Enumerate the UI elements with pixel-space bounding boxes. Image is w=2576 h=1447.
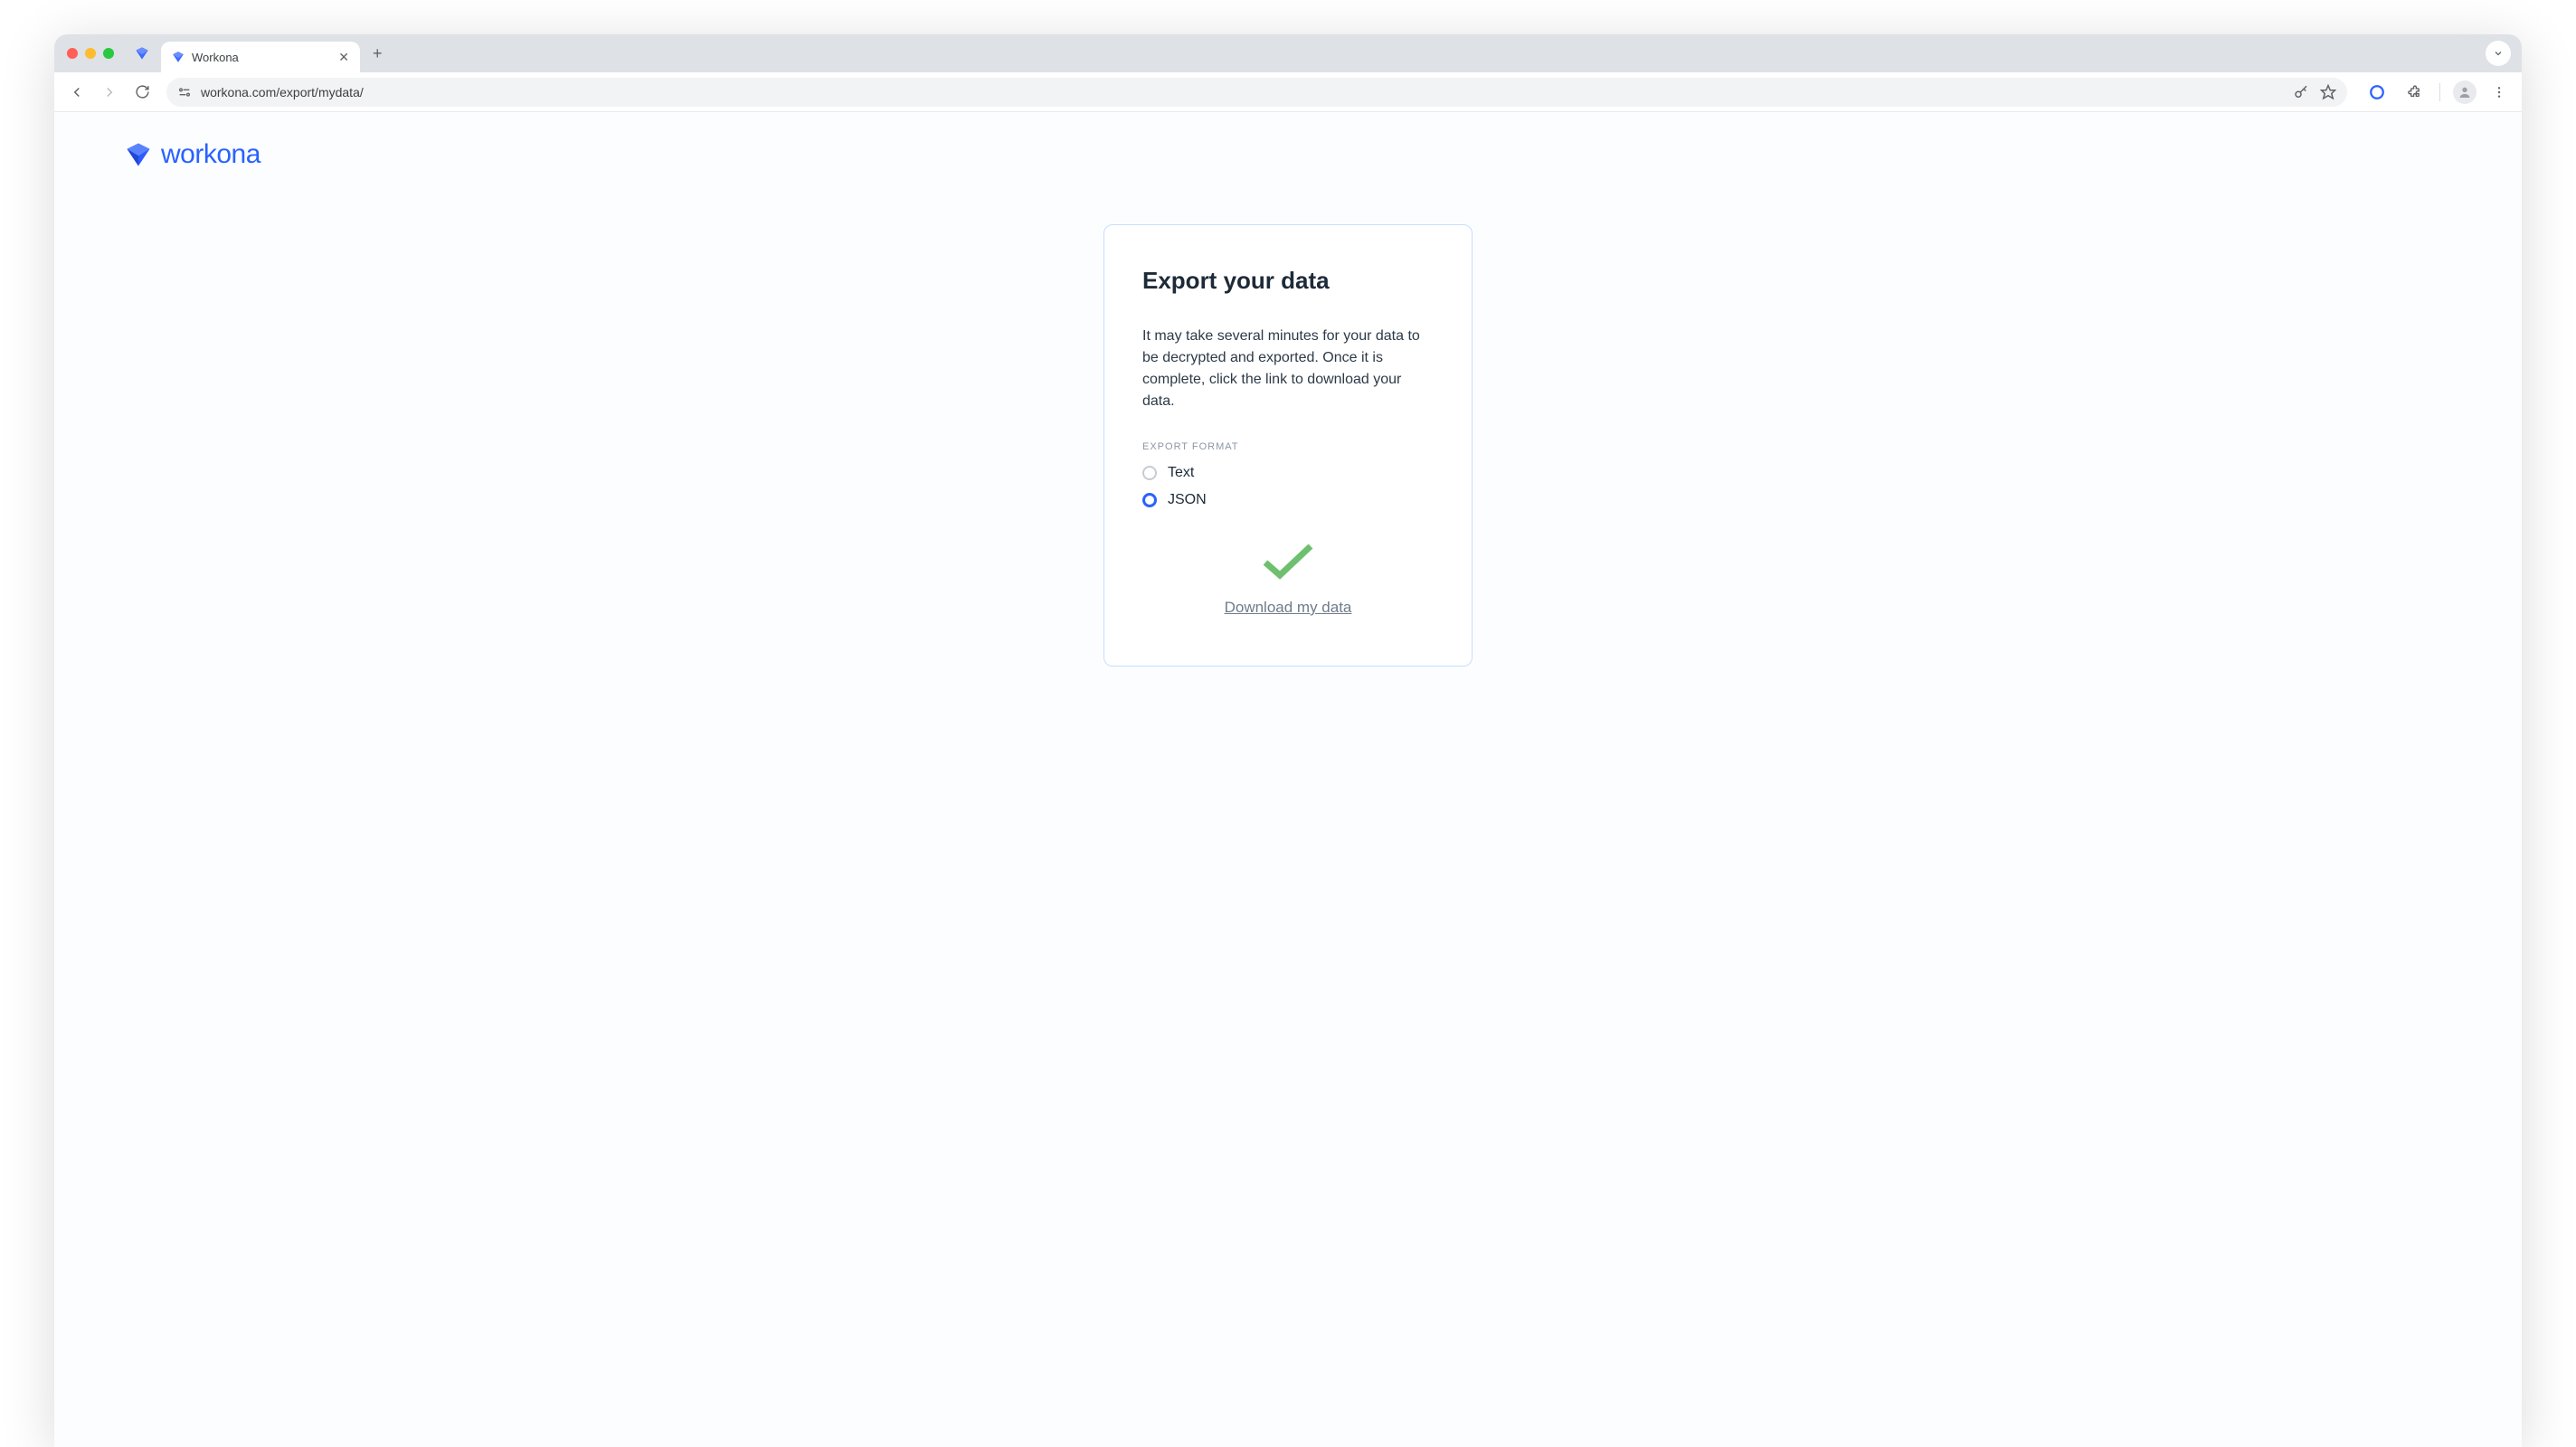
brand-name: workona [161, 139, 260, 170]
maximize-window-button[interactable] [103, 48, 114, 59]
radio-icon-selected [1142, 493, 1157, 507]
browser-toolbar: workona.com/export/mydata/ [54, 72, 2522, 112]
radio-label-json: JSON [1168, 492, 1207, 508]
card-description: It may take several minutes for your dat… [1142, 326, 1434, 412]
card-title: Export your data [1142, 267, 1434, 295]
workona-logo-icon [125, 141, 152, 168]
address-bar[interactable]: workona.com/export/mydata/ [166, 78, 2347, 107]
forward-button[interactable] [96, 79, 123, 106]
omnibox-actions [2293, 84, 2336, 100]
profile-avatar[interactable] [2453, 80, 2477, 104]
radio-option-text[interactable]: Text [1142, 465, 1434, 481]
minimize-window-button[interactable] [85, 48, 96, 59]
window-controls [67, 48, 114, 59]
url-text: workona.com/export/mydata/ [201, 85, 364, 99]
page-content: workona Export your data It may take sev… [54, 112, 2522, 1447]
download-my-data-link[interactable]: Download my data [1142, 599, 1434, 617]
kebab-menu-icon[interactable] [2486, 79, 2513, 106]
browser-window: Workona ✕ + workona.com/export/mydata/ [54, 34, 2522, 1447]
tab-title: Workona [192, 51, 239, 64]
bookmark-star-icon[interactable] [2320, 84, 2336, 100]
radio-label-text: Text [1168, 465, 1194, 481]
checkmark-icon [1260, 539, 1316, 582]
reload-button[interactable] [128, 79, 156, 106]
brand-logo[interactable]: workona [125, 139, 260, 170]
export-format-label: EXPORT FORMAT [1142, 441, 1434, 452]
close-tab-icon[interactable]: ✕ [338, 50, 349, 65]
pinned-tab-workona-icon[interactable] [134, 45, 150, 61]
radio-icon [1142, 466, 1157, 480]
back-button[interactable] [63, 79, 90, 106]
active-tab[interactable]: Workona ✕ [161, 42, 360, 72]
extensions-puzzle-icon[interactable] [2400, 79, 2427, 106]
site-settings-icon[interactable] [177, 85, 192, 99]
tab-strip: Workona ✕ + [54, 34, 2522, 72]
password-key-icon[interactable] [2293, 84, 2309, 100]
close-window-button[interactable] [67, 48, 78, 59]
extension-workona-icon[interactable] [2363, 79, 2391, 106]
toolbar-right [2363, 79, 2513, 106]
tab-overflow-button[interactable] [2486, 41, 2511, 66]
radio-option-json[interactable]: JSON [1142, 492, 1434, 508]
new-tab-button[interactable]: + [367, 44, 388, 63]
export-card: Export your data It may take several min… [1103, 224, 1473, 667]
toolbar-divider [2439, 83, 2440, 101]
success-indicator [1142, 539, 1434, 582]
tab-favicon [172, 51, 185, 63]
